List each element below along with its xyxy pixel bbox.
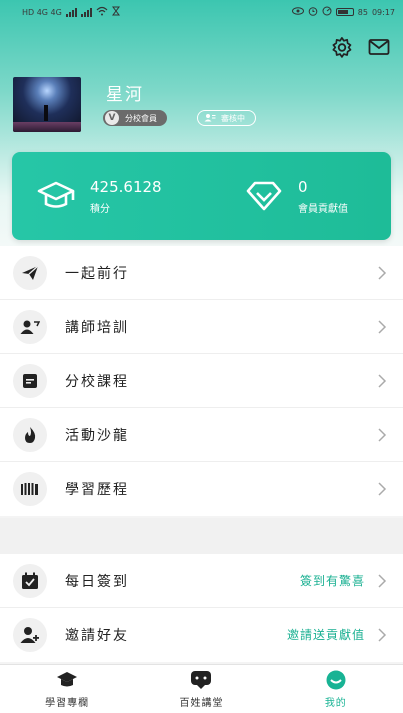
paper-plane-icon — [13, 255, 47, 290]
section-divider — [0, 518, 403, 554]
menu-item-learning-history[interactable]: 學習歷程 — [0, 462, 403, 516]
menu-label: 講師培訓 — [65, 319, 129, 336]
calendar-check-icon — [13, 563, 47, 598]
signal-icon-2 — [80, 7, 92, 17]
points-text: 425.6128 積分 — [90, 178, 162, 215]
member-badge-label: 分校會員 — [125, 113, 157, 123]
battery-icon — [335, 8, 354, 16]
tab-mine[interactable]: 我的 — [269, 665, 403, 713]
status-left-text: HD 4G 4G — [22, 7, 62, 17]
tab-public-lecture[interactable]: 百姓講堂 — [134, 665, 268, 713]
member-badge: V 分校會員 — [103, 110, 167, 126]
barcode-icon — [13, 472, 47, 506]
menu-label: 邀請好友 — [65, 628, 129, 644]
avatar-figure — [44, 105, 48, 121]
flame-icon — [13, 417, 47, 452]
eye-icon — [291, 7, 304, 17]
points-value: 425.6128 — [90, 177, 162, 196]
menu-label: 每日簽到 — [65, 573, 129, 590]
graduation-cap-icon — [57, 671, 78, 686]
menu-item-go-together[interactable]: 一起前行 — [0, 246, 403, 300]
menu-label: 活動沙龍 — [65, 427, 129, 444]
menu-item-invite-friends[interactable]: 邀請好友 邀請送貢獻值 — [0, 608, 403, 662]
contribution-value: 0 — [298, 177, 308, 196]
person-card-icon — [204, 113, 216, 124]
member-v-icon: V — [105, 111, 119, 125]
contribution-label: 會員貢獻值 — [298, 203, 348, 215]
invite-promo-text: 邀請送貢獻值 — [286, 628, 365, 642]
chat-bubble-icon — [191, 670, 212, 689]
mail-icon[interactable] — [367, 36, 390, 58]
bottom-tab-bar: 學習專欄 百姓講堂 我的 — [0, 664, 403, 713]
menu-item-lecturer-training[interactable]: 講師培訓 — [0, 300, 403, 354]
username: 星河 — [106, 85, 144, 105]
status-left: HD 4G 4G — [22, 6, 120, 18]
main-menu: 一起前行 講師培訓 分校課程 活動沙龍 學習歷程 — [0, 246, 403, 516]
tab-label: 學習專欄 — [45, 697, 90, 709]
points-stat[interactable]: 425.6128 積分 — [36, 152, 162, 240]
teacher-icon — [13, 309, 47, 344]
stats-card: 425.6128 積分 0 會員貢獻值 — [12, 152, 391, 240]
points-label: 積分 — [90, 203, 110, 215]
speedometer-icon — [322, 6, 332, 18]
status-right: 85 09:17 — [291, 6, 395, 18]
avatar-floor — [13, 122, 81, 132]
message-box-icon — [13, 363, 47, 398]
menu-label: 學習歷程 — [65, 482, 129, 498]
tab-label: 我的 — [324, 697, 347, 709]
menu-item-branch-courses[interactable]: 分校課程 — [0, 354, 403, 408]
battery-percent: 85 — [357, 7, 368, 17]
chevron-right-icon — [378, 574, 387, 588]
graduation-cap-icon — [37, 181, 75, 208]
checkin-promo-text: 簽到有驚喜 — [299, 574, 365, 588]
chevron-right-icon — [378, 320, 387, 334]
menu-item-activity-salon[interactable]: 活動沙龍 — [0, 408, 403, 462]
chevron-right-icon — [378, 374, 387, 388]
secondary-menu: 每日簽到 簽到有驚喜 邀請好友 邀請送貢獻值 — [0, 554, 403, 662]
review-badge-label: 審核中 — [221, 113, 245, 123]
tab-label: 百姓講堂 — [179, 697, 224, 709]
alarm-icon — [308, 6, 318, 18]
review-status-badge: 審核中 — [197, 110, 256, 126]
diamond-icon — [246, 181, 282, 211]
contribution-text: 0 會員貢獻值 — [298, 178, 348, 215]
chevron-right-icon — [378, 482, 387, 496]
header-actions — [331, 36, 390, 58]
smile-icon — [326, 670, 346, 689]
add-user-icon — [13, 618, 47, 652]
wifi-icon — [96, 6, 108, 18]
chevron-right-icon — [378, 428, 387, 442]
menu-label: 分校課程 — [65, 373, 129, 390]
avatar[interactable] — [13, 77, 81, 132]
status-bar: HD 4G 4G 85 09:17 — [0, 0, 403, 24]
hourglass-icon — [111, 6, 120, 18]
status-time: 09:17 — [371, 7, 395, 17]
chevron-right-icon — [378, 628, 387, 642]
contribution-stat[interactable]: 0 會員貢獻值 — [244, 152, 348, 240]
chevron-right-icon — [378, 266, 387, 280]
signal-icon — [65, 7, 77, 17]
menu-item-daily-checkin[interactable]: 每日簽到 簽到有驚喜 — [0, 554, 403, 608]
settings-gear-icon[interactable] — [331, 36, 353, 58]
tab-learning-column[interactable]: 學習專欄 — [0, 665, 134, 713]
menu-label: 一起前行 — [65, 265, 129, 282]
